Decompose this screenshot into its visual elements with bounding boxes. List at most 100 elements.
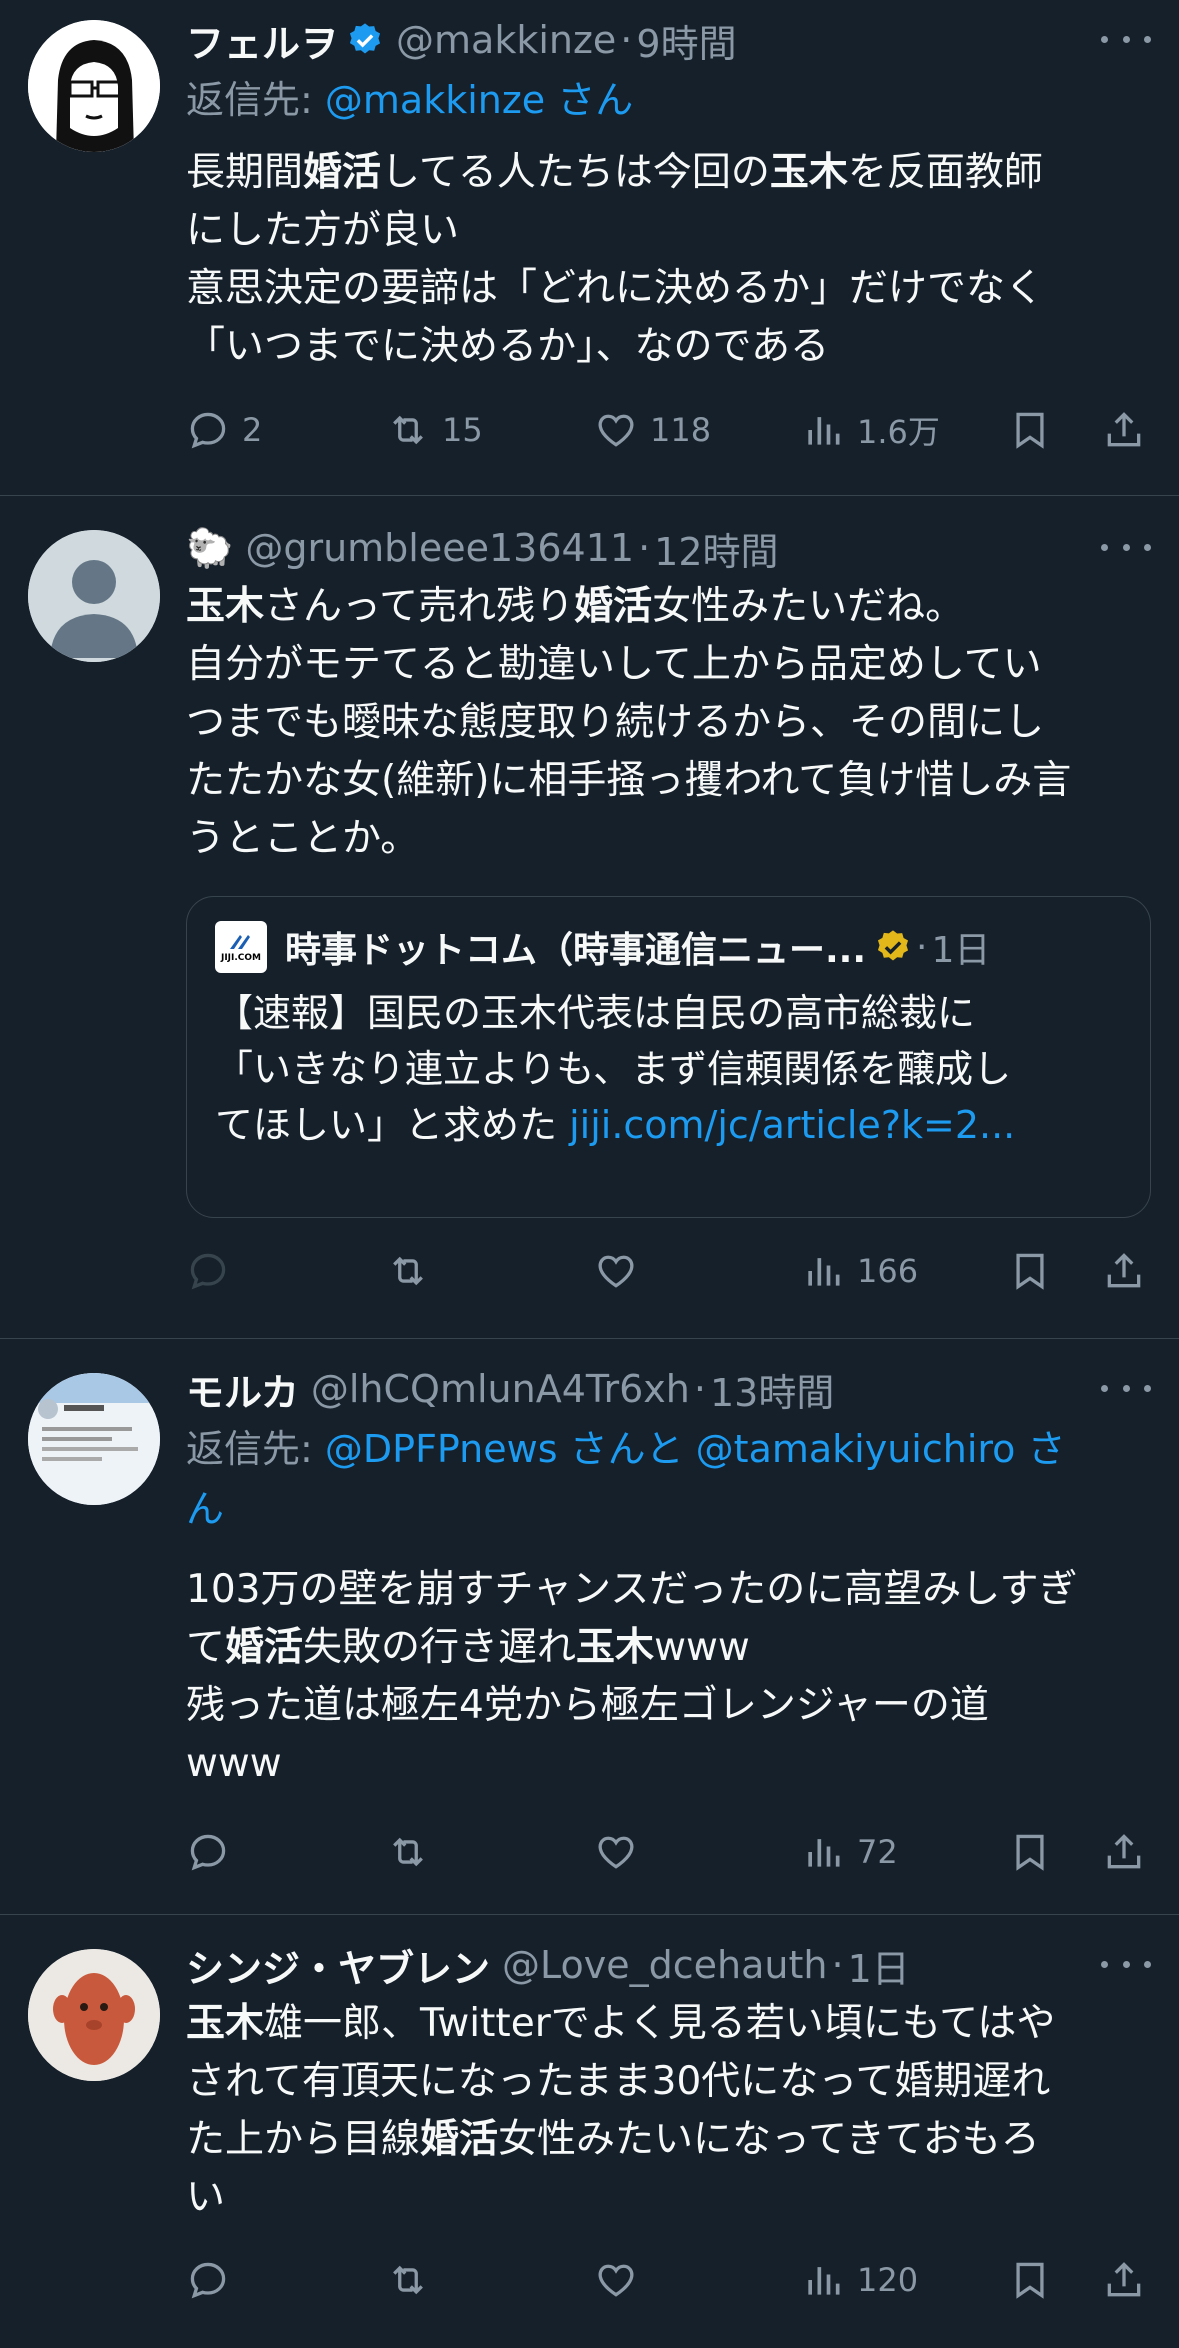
quote-header: JIJI.COM 時事ドットコム（時事通信ニュー... · 1日 [215, 919, 1122, 975]
more-options-icon[interactable] [1101, 24, 1151, 54]
jiji-logo: JIJI.COM [215, 921, 267, 973]
avatar[interactable] [28, 1373, 160, 1505]
bookmark-icon [1016, 1253, 1044, 1290]
share-icon [1107, 2262, 1141, 2297]
view-count: 72 [857, 1833, 898, 1871]
tweet-text: 103万の壁を崩すチャンスだったのに高望みしすぎ て婚活失敗の行き遅れ玉木www… [186, 1561, 1151, 1793]
more-options-icon[interactable] [1101, 1949, 1151, 1979]
avatar[interactable] [28, 1949, 160, 2081]
text-highlight: 婚活 [420, 2117, 499, 2162]
views-icon [808, 1258, 840, 1286]
reply-button[interactable] [186, 1241, 230, 1301]
like-button[interactable] [594, 2250, 638, 2310]
separator-dot: · [693, 1367, 706, 1411]
like-button[interactable] [594, 1822, 638, 1882]
verified-badge-icon[interactable] [346, 21, 384, 59]
separator-dot: · [638, 526, 651, 570]
retweet-icon [393, 2265, 423, 2295]
reply-to-link[interactable]: @DPFPnews さんと @tamakiyuichiro さ [325, 1427, 1066, 1471]
views-icon [808, 417, 840, 445]
timestamp[interactable]: 12時間 [654, 521, 778, 576]
retweet-button[interactable]: 15 [386, 400, 483, 460]
avatar[interactable] [28, 530, 160, 662]
more-options-icon[interactable] [1101, 1373, 1151, 1403]
avatar-illustration [28, 20, 160, 152]
tweet[interactable]: フェルヲ @makkinze · 9時間 返信先: @makkinze さん 長… [0, 0, 1179, 496]
quote-link[interactable]: jiji.com/jc/article?k=2... [569, 1103, 1015, 1147]
tweet[interactable]: モルカ @lhCQmlunA4Tr6xh · 13時間 返信先: @DPFPne… [0, 1339, 1179, 1915]
views-button[interactable]: 1.6万 [801, 400, 940, 460]
retweet-icon [393, 415, 423, 445]
timestamp[interactable]: 1日 [848, 1938, 910, 1993]
handle[interactable]: @makkinze [396, 18, 616, 62]
action-bar: 120 [186, 2250, 1151, 2310]
views-button[interactable]: 72 [801, 1822, 898, 1882]
display-name[interactable]: 🐑 [186, 526, 233, 571]
timestamp[interactable]: 13時間 [710, 1362, 834, 1417]
reply-icon [190, 412, 226, 449]
reply-button[interactable]: 2 [186, 400, 262, 460]
bookmark-button[interactable] [1008, 1241, 1052, 1301]
like-button[interactable]: 118 [594, 400, 711, 460]
retweet-button[interactable] [386, 1822, 430, 1882]
tweet-header: 🐑 @grumbleee136411 · 12時間 [186, 518, 1151, 578]
share-button[interactable] [1102, 1822, 1146, 1882]
text-highlight: 玉木 [576, 1625, 655, 1670]
bookmark-button[interactable] [1008, 1822, 1052, 1882]
share-button[interactable] [1102, 400, 1146, 460]
display-name[interactable]: シンジ・ヤブレン [186, 1938, 490, 1993]
separator-dot: · [916, 926, 928, 968]
retweet-button[interactable] [386, 1241, 430, 1301]
more-options-icon[interactable] [1101, 532, 1151, 562]
reply-to-link[interactable]: @makkinze さん [325, 78, 633, 122]
tweet[interactable]: 🐑 @grumbleee136411 · 12時間 玉木さんって売れ残り婚活女性… [0, 496, 1179, 1339]
handle[interactable]: @grumbleee136411 [245, 526, 634, 570]
display-name[interactable]: モルカ [186, 1362, 299, 1417]
share-icon [1107, 412, 1141, 447]
quote-text: 【速報】国民の玉木代表は自民の高市総裁に 「いきなり連立よりも、まず信頼関係を醸… [215, 985, 1122, 1153]
avatar-screenshot-image [28, 1373, 160, 1505]
reply-button[interactable] [186, 2250, 230, 2310]
heart-icon [598, 414, 634, 447]
text-highlight: 玉木 [769, 150, 848, 195]
retweet-count: 15 [442, 411, 483, 449]
like-count: 118 [650, 411, 712, 449]
tweet-text: 玉木雄一郎、Twitterでよく見る若い頃にもてはや されて有頂天になったまま3… [186, 1995, 1151, 2227]
view-count: 1.6万 [857, 413, 940, 451]
timestamp[interactable]: 9時間 [636, 13, 736, 68]
views-button[interactable]: 120 [801, 2250, 918, 2310]
text-segment: 長期間 [186, 150, 304, 195]
avatar[interactable] [28, 20, 160, 152]
reply-to-prefix: 返信先: [186, 78, 325, 122]
display-name[interactable]: フェルヲ [186, 13, 338, 68]
quoted-tweet[interactable]: JIJI.COM 時事ドットコム（時事通信ニュー... · 1日 【速報】国民の… [186, 896, 1151, 1218]
view-count: 120 [857, 2261, 919, 2299]
handle[interactable]: @lhCQmlunA4Tr6xh [311, 1367, 690, 1411]
text-highlight: 婚活 [303, 150, 382, 195]
handle[interactable]: @Love_dcehauth [502, 1943, 827, 1987]
bookmark-button[interactable] [1008, 400, 1052, 460]
like-button[interactable] [594, 1241, 638, 1301]
tweet-header: モルカ @lhCQmlunA4Tr6xh · 13時間 [186, 1359, 1151, 1419]
share-button[interactable] [1102, 2250, 1146, 2310]
default-avatar-icon [28, 530, 160, 662]
action-bar: 166 [186, 1241, 1151, 1301]
reply-to-line: 返信先: @DPFPnews さんと @tamakiyuichiro さん [186, 1419, 1151, 1539]
separator-dot: · [620, 18, 633, 62]
tweet[interactable]: シンジ・ヤブレン @Love_dcehauth · 1日 玉木雄一郎、Twitt… [0, 1915, 1179, 2347]
retweet-button[interactable] [386, 2250, 430, 2310]
bookmark-button[interactable] [1008, 2250, 1052, 2310]
text-segment: 失敗の行き遅れ [303, 1625, 577, 1670]
reply-button[interactable] [186, 1822, 230, 1882]
views-button[interactable]: 166 [801, 1241, 918, 1301]
share-icon [1107, 1834, 1141, 1869]
retweet-icon [393, 1256, 423, 1286]
share-button[interactable] [1102, 1241, 1146, 1301]
tweet-header: フェルヲ @makkinze · 9時間 [186, 10, 1151, 70]
quote-timestamp: 1日 [931, 930, 991, 971]
text-highlight: 婚活 [225, 1625, 304, 1670]
avatar-figurine-image [28, 1949, 160, 2081]
retweet-icon [393, 1837, 423, 1867]
reply-to-link[interactable]: ん [186, 1487, 224, 1531]
views-icon [808, 1839, 840, 1867]
